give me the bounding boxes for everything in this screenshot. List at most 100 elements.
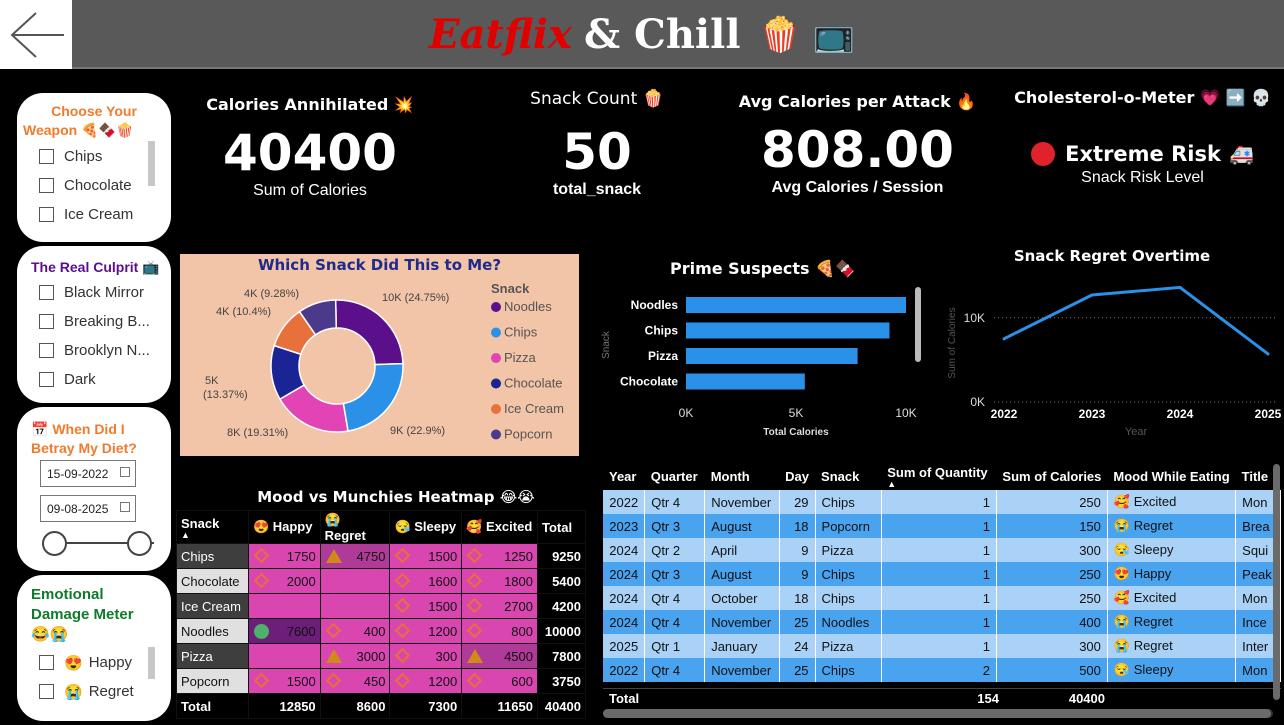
heatmap-col-regret[interactable]: 😭 Regret <box>319 510 391 544</box>
show-option-breaking-bad[interactable]: Breaking B... <box>39 307 151 336</box>
table-cell: 18 <box>779 586 816 610</box>
donut-slice-chips[interactable] <box>342 362 404 432</box>
mood-option-regret[interactable]: 😭 Regret <box>39 677 149 706</box>
col-year[interactable]: Year <box>603 462 645 490</box>
checkbox[interactable] <box>39 285 54 300</box>
legend-item-chocolate[interactable]: Chocolate <box>504 376 563 391</box>
col-sum-calories[interactable]: Sum of Calories <box>996 462 1108 490</box>
bar-chart-scrollbar[interactable] <box>915 287 921 362</box>
heatmap-col-sleepy[interactable]: 😪 Sleepy <box>389 510 463 544</box>
bar-chart-panel: Prime Suspects 🍕🍫 Noodles Chips Pizza Choco… <box>595 255 930 445</box>
checkbox[interactable] <box>39 684 54 699</box>
show-option-brooklyn[interactable]: Brooklyn N... <box>39 336 151 365</box>
table-cell: Noodles <box>815 610 882 634</box>
checkbox[interactable] <box>39 207 54 222</box>
table-cell: 1 <box>881 634 997 658</box>
option-label: Brooklyn N... <box>64 342 150 359</box>
mood-slicer-scrollbar[interactable] <box>148 647 155 679</box>
bar-noodles[interactable] <box>686 297 906 313</box>
diamond-icon <box>395 622 411 639</box>
col-month[interactable]: Month <box>704 462 780 490</box>
table-row[interactable]: 2025 Qtr 1 January 24 Pizza 1 300 😭 Regret Inter <box>603 634 1281 658</box>
col-mood[interactable]: Mood While Eating <box>1107 462 1236 490</box>
legend-item-ice-cream[interactable]: Ice Cream <box>504 401 564 416</box>
back-button[interactable] <box>0 0 72 69</box>
snack-option-chips[interactable]: Chips <box>39 142 149 171</box>
line-point[interactable] <box>1178 285 1182 289</box>
line-y-tick: 0K <box>970 395 985 409</box>
heatmap-row: Chips 1750 4750 1500 1250 9250 <box>176 543 587 569</box>
start-date-input[interactable]: 15-09-2022 <box>40 460 136 487</box>
diamond-icon <box>325 672 341 689</box>
col-day[interactable]: Day <box>779 462 816 490</box>
detail-hscroll-thumb[interactable] <box>603 709 1271 718</box>
legend-item-chips[interactable]: Chips <box>504 325 538 340</box>
line-point[interactable] <box>1266 352 1270 356</box>
show-option-dark[interactable]: Dark <box>39 365 151 394</box>
table-row[interactable]: 2022 Qtr 4 November 29 Chips 1 250 🥰 Excited Mon <box>603 490 1281 514</box>
bar-chocolate[interactable] <box>686 373 805 390</box>
date-slicer-title: 📅 When Did I Betray My Diet? <box>31 421 171 456</box>
bar-chips[interactable] <box>686 322 890 339</box>
snack-option-ice-cream[interactable]: Ice Cream <box>39 200 149 229</box>
show-option-black-mirror[interactable]: Black Mirror <box>39 278 151 307</box>
kpi-risk-subtitle: Snack Risk Level <box>1081 169 1204 186</box>
bar-pizza[interactable] <box>686 348 858 364</box>
kpi-calories-subtitle: Sum of Calories <box>253 182 367 199</box>
mood-option-happy[interactable]: 😍 Happy <box>39 648 149 677</box>
table-row[interactable]: 2024 Qtr 2 April 9 Pizza 1 300 😪 Sleepy Squi <box>603 538 1281 562</box>
heatmap-col-happy[interactable]: 😍 Happy <box>247 510 321 544</box>
table-row[interactable]: 2024 Qtr 3 August 9 Chips 1 250 😍 Happy Peak <box>603 562 1281 586</box>
snack-slicer: Choose Your Weapon 🍕🍫🍿 Chips Chocolate I… <box>17 93 171 242</box>
snack-slicer-scrollbar[interactable] <box>148 141 155 186</box>
end-date-input[interactable]: 09-08-2025 <box>40 495 136 522</box>
col-sum-quantity[interactable]: Sum of Quantity ▲ <box>881 462 997 490</box>
checkbox[interactable] <box>39 655 54 670</box>
checkbox[interactable] <box>39 314 54 329</box>
legend-item-noodles[interactable]: Noodles <box>504 299 552 314</box>
arrow-left-icon <box>10 11 64 58</box>
heatmap-cell-value: 1500 <box>428 548 458 564</box>
snack-option-chocolate[interactable]: Chocolate <box>39 171 149 200</box>
diamond-icon <box>466 672 483 689</box>
checkbox[interactable] <box>39 343 54 358</box>
table-cell: 9 <box>779 538 816 562</box>
legend-item-popcorn[interactable]: Popcorn <box>504 427 552 442</box>
detail-vscroll[interactable] <box>1273 464 1280 700</box>
col-quarter[interactable]: Quarter <box>644 462 705 490</box>
donut-data-label-pct: (13.37%) <box>203 389 248 401</box>
table-row[interactable]: 2023 Qtr 3 August 18 Popcorn 1 150 😭 Regret Brea <box>603 514 1281 538</box>
table-cell: Chips <box>815 562 882 586</box>
table-row[interactable]: 2022 Qtr 4 November 25 Chips 2 500 😪 Sleepy Mon <box>603 658 1281 682</box>
kpi-avg-value: 808.00 <box>761 121 954 179</box>
table-row[interactable]: 2024 Qtr 4 November 25 Noodles 1 400 😭 Regret In… <box>603 610 1281 634</box>
date-range-end-handle[interactable] <box>127 531 152 556</box>
diamond-icon <box>253 547 270 564</box>
line-point[interactable] <box>1002 337 1006 341</box>
line-chart-panel: Snack Regret Overtime 0K 10K 2022 2023 2024 2… <box>940 243 1284 443</box>
checkbox[interactable] <box>39 178 54 193</box>
table-cell: 😪 Sleepy <box>1107 538 1237 562</box>
table-cell: Qtr 1 <box>644 634 706 658</box>
col-snack[interactable]: Snack <box>815 462 882 490</box>
detail-hscroll-track[interactable] <box>603 709 1273 718</box>
heatmap-col-total[interactable]: Total <box>536 510 587 544</box>
line-point[interactable] <box>1090 293 1094 297</box>
checkbox[interactable] <box>39 372 54 387</box>
calendar-icon[interactable] <box>120 502 130 512</box>
heatmap-col-snack[interactable]: Snack ▲ <box>176 510 249 544</box>
line-series[interactable] <box>1003 285 1269 356</box>
calendar-icon[interactable] <box>120 467 130 477</box>
kpi-count-title: Snack Count 🍿 <box>530 89 664 109</box>
date-range-start-handle[interactable] <box>42 531 67 556</box>
table-cell: 250 <box>996 490 1108 514</box>
heatmap-row-total: 10000 <box>536 618 587 644</box>
table-cell: 🥰 Excited <box>1107 586 1237 610</box>
table-row[interactable]: 2024 Qtr 4 October 18 Chips 1 250 🥰 Excited Mon <box>603 586 1281 610</box>
table-cell: 2024 <box>603 610 646 634</box>
donut-slice-noodles[interactable] <box>334 299 404 366</box>
heatmap-col-excited[interactable]: 🥰 Excited <box>461 510 538 544</box>
legend-item-pizza[interactable]: Pizza <box>504 350 537 365</box>
table-cell: 1 <box>881 514 997 538</box>
checkbox[interactable] <box>39 149 54 164</box>
